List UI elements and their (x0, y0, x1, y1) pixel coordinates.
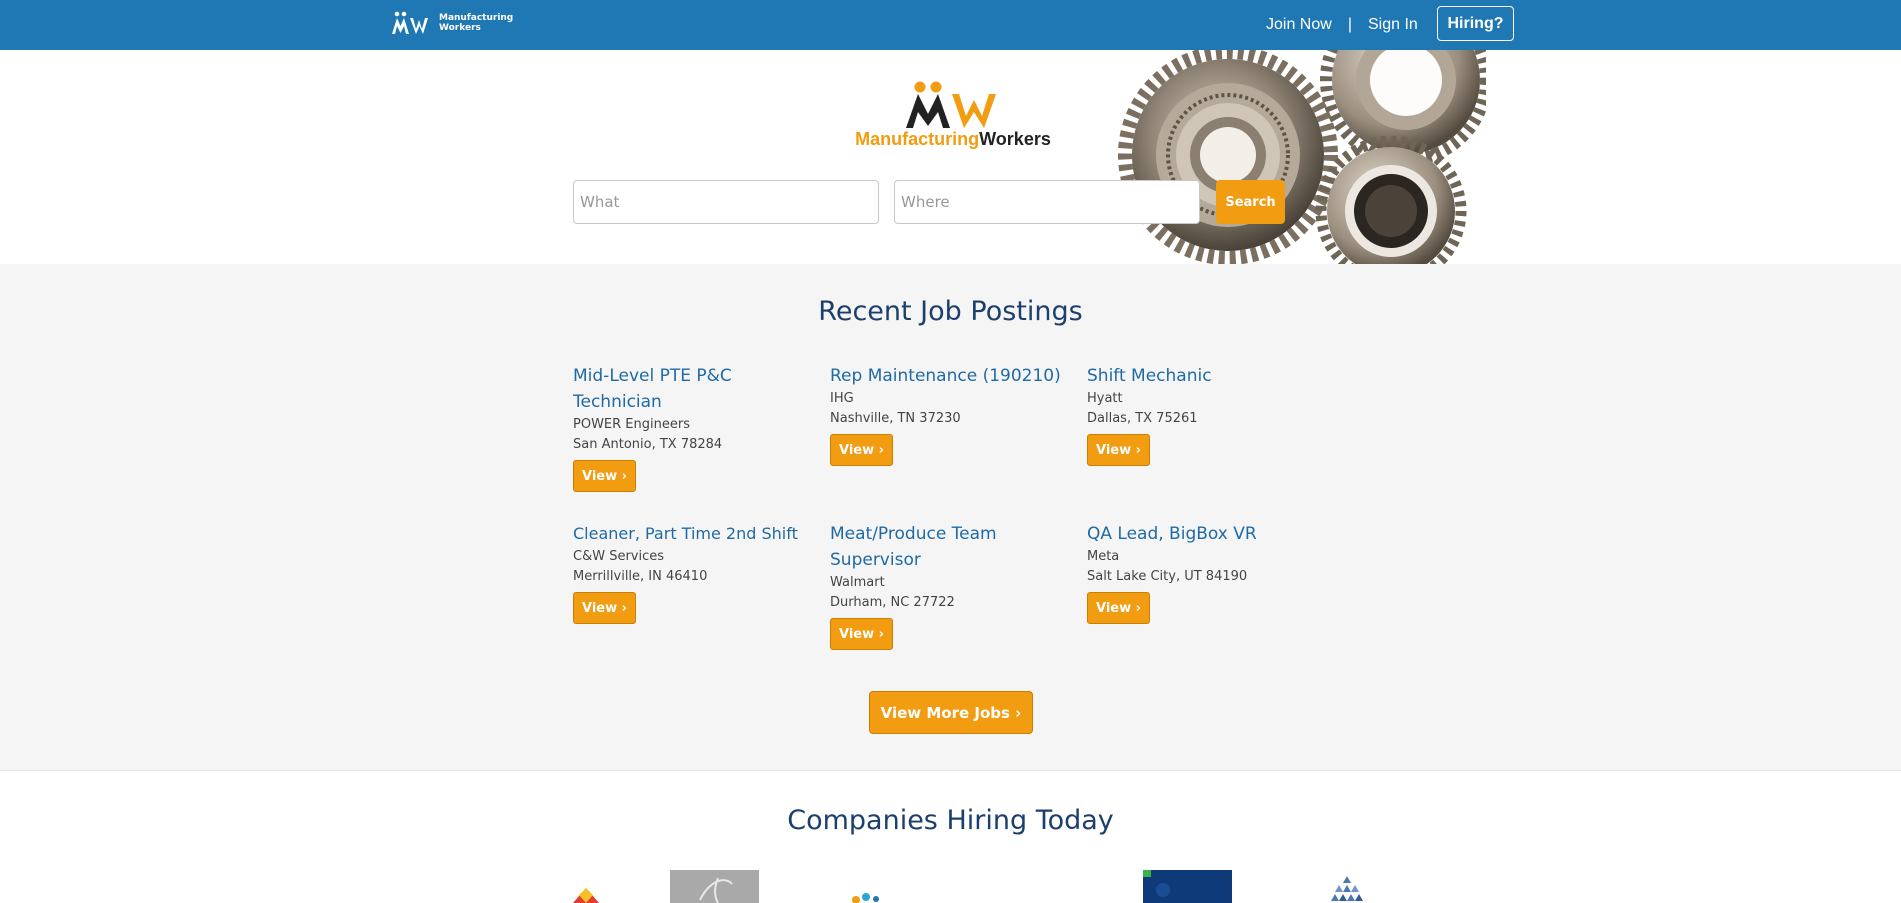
job-card: Cleaner, Part Time 2nd Shift C&W Service… (573, 521, 818, 624)
job-card: Mid-Level PTE P&C Technician POWER Engin… (573, 363, 808, 492)
nav-links: Join Now | Sign In (1266, 0, 1418, 50)
job-company: Meta (1087, 549, 1120, 564)
job-card: Meat/Produce Team Supervisor Walmart Dur… (830, 521, 1030, 650)
hiring-button[interactable]: Hiring? (1437, 6, 1514, 41)
job-company: C&W Services (573, 549, 665, 564)
job-company: POWER Engineers (573, 417, 690, 432)
job-location: San Antonio, TX 78284 (573, 437, 723, 452)
mw-logo-icon (392, 11, 428, 34)
job-title-link[interactable]: Meat/Produce Team Supervisor (830, 521, 1030, 573)
job-company: Walmart (830, 575, 885, 590)
view-more-jobs-button[interactable]: View More Jobs › (869, 691, 1033, 734)
job-location: Dallas, TX 75261 (1087, 411, 1198, 426)
site-logo[interactable]: Manufacturing Workers (391, 11, 513, 35)
what-search-input[interactable] (573, 180, 879, 224)
view-job-button[interactable]: View › (830, 618, 893, 650)
where-search-input[interactable] (894, 180, 1200, 224)
view-job-button[interactable]: View › (573, 460, 636, 492)
recent-jobs-section: Recent Job Postings Mid-Level PTE P&C Te… (0, 264, 1901, 771)
companies-hiring-title: Companies Hiring Today (787, 805, 1114, 836)
job-company: Hyatt (1087, 391, 1123, 406)
company-logo[interactable] (1143, 870, 1232, 903)
sign-in-link[interactable]: Sign In (1368, 16, 1418, 34)
mw-hero-logo-icon (906, 81, 996, 128)
view-job-button[interactable]: View › (1087, 592, 1150, 624)
job-title-link[interactable]: Cleaner, Part Time 2nd Shift (573, 521, 818, 547)
recent-jobs-title: Recent Job Postings (818, 296, 1083, 327)
hero-logo: ManufacturingWorkers (848, 80, 1058, 152)
company-logo[interactable] (1325, 870, 1370, 903)
join-now-link[interactable]: Join Now (1266, 16, 1332, 34)
job-title-link[interactable]: Mid-Level PTE P&C Technician (573, 363, 808, 415)
gears-image (1118, 50, 1486, 264)
job-card: Rep Maintenance (190210) IHG Nashville, … (830, 363, 1065, 466)
job-title-link[interactable]: QA Lead, BigBox VR (1087, 521, 1322, 547)
job-location: Nashville, TN 37230 (830, 411, 961, 426)
nav-logo-text: Manufacturing Workers (439, 13, 514, 33)
job-company: IHG (830, 391, 854, 406)
hero-search-area: ManufacturingWorkers Search (0, 50, 1901, 264)
job-location: Salt Lake City, UT 84190 (1087, 569, 1248, 584)
view-job-button[interactable]: View › (1087, 434, 1150, 466)
search-button[interactable]: Search (1216, 180, 1285, 224)
company-logo[interactable] (566, 870, 606, 903)
nav-separator: | (1347, 16, 1352, 33)
job-card: QA Lead, BigBox VR Meta Salt Lake City, … (1087, 521, 1322, 624)
job-location: Durham, NC 27722 (830, 595, 955, 610)
hero-logo-text: ManufacturingWorkers (855, 129, 1051, 149)
top-nav-bar: Manufacturing Workers Join Now | Sign In… (0, 0, 1901, 50)
job-card: Shift Mechanic Hyatt Dallas, TX 75261 Vi… (1087, 363, 1322, 466)
view-job-button[interactable]: View › (573, 592, 636, 624)
job-title-link[interactable]: Shift Mechanic (1087, 363, 1322, 389)
job-location: Merrillville, IN 46410 (573, 569, 708, 584)
view-job-button[interactable]: View › (830, 434, 893, 466)
job-title-link[interactable]: Rep Maintenance (190210) (830, 363, 1065, 389)
company-logo[interactable] (846, 870, 896, 903)
company-logo[interactable] (670, 870, 759, 903)
